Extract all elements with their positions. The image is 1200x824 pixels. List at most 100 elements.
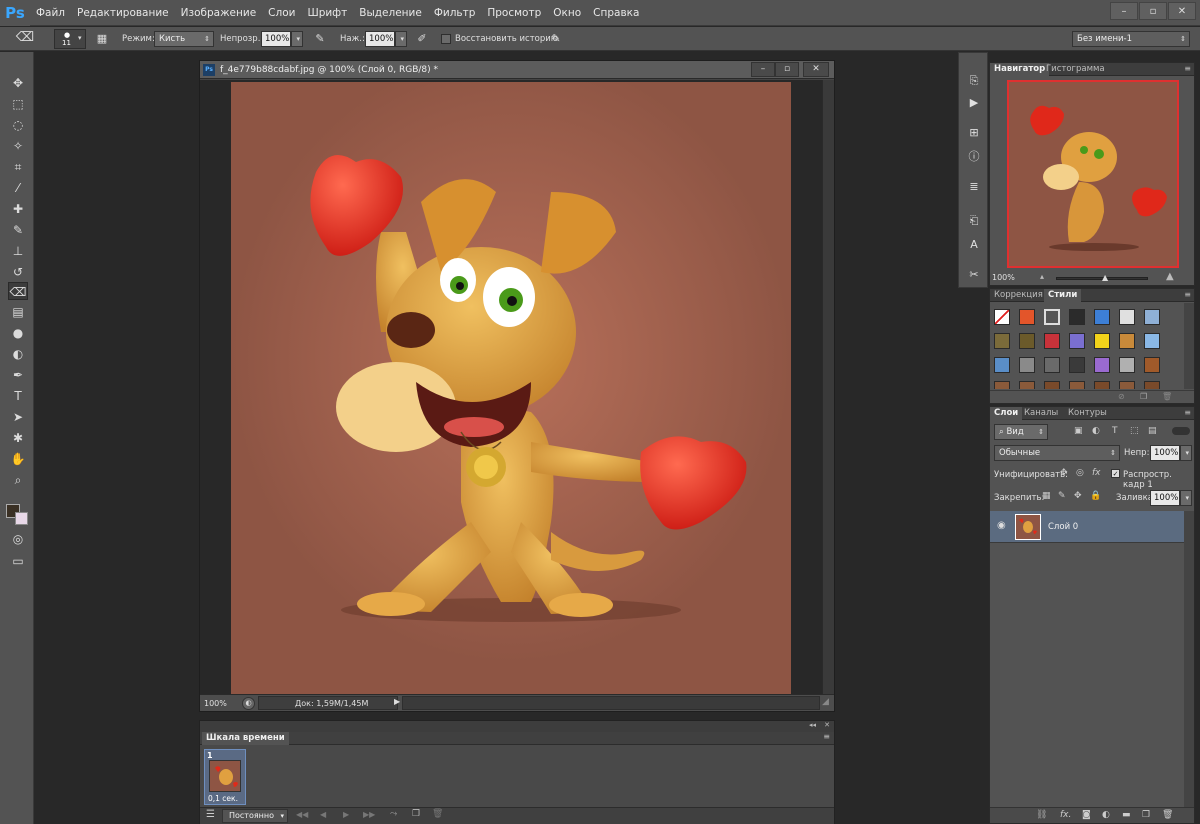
style-swatch[interactable] [994, 381, 1010, 389]
style-swatch[interactable] [1094, 357, 1110, 373]
history-icon[interactable]: ⎘ [965, 73, 983, 89]
tab-adjustments[interactable]: Коррекция [990, 289, 1047, 302]
first-frame-icon[interactable]: ◀◀ [296, 810, 308, 819]
style-swatch[interactable] [1144, 309, 1160, 325]
canvas-area[interactable] [200, 80, 822, 694]
layer-name[interactable]: Слой 0 [1048, 522, 1078, 532]
delete-frame-icon[interactable]: 🗑 [432, 809, 443, 819]
menu-filter[interactable]: Фильтр [428, 0, 482, 26]
eraser-tool-icon[interactable]: ⌫ [8, 282, 28, 300]
swatches-icon[interactable]: ⊞ [965, 125, 983, 141]
filter-toggle[interactable] [1172, 427, 1190, 435]
zoom-level[interactable]: 100% [204, 695, 227, 712]
style-swatch[interactable] [1044, 357, 1060, 373]
layer-opacity-input[interactable]: 100% [1150, 445, 1180, 461]
blend-mode-select[interactable]: Обычные ⇕ [994, 445, 1120, 461]
brush-size-picker[interactable]: ● 11 ▾ [54, 29, 86, 49]
paragraph-icon[interactable]: ≣ [965, 179, 983, 195]
zoom-slider-thumb[interactable]: ▲ [1102, 273, 1108, 282]
doc-minimize-button[interactable]: – [751, 62, 775, 77]
menu-type[interactable]: Шрифт [301, 0, 353, 26]
menu-edit[interactable]: Редактирование [71, 0, 175, 26]
workspace-select[interactable]: Без имени-1 ⇕ [1072, 31, 1190, 47]
style-swatch[interactable] [1019, 381, 1035, 389]
navigator-zoom-value[interactable]: 100% [992, 273, 1015, 282]
styles-scrollbar[interactable] [1184, 303, 1194, 389]
convert-timeline-icon[interactable]: ☰ [206, 809, 215, 820]
visibility-eye-icon[interactable]: ◉ [997, 520, 1006, 531]
menu-select[interactable]: Выделение [353, 0, 428, 26]
clear-style-icon[interactable]: ⊘ [1118, 392, 1125, 401]
frame-delay[interactable]: 0,1 сек. [208, 794, 238, 803]
hand-tool-icon[interactable]: ✋ [8, 450, 28, 468]
next-frame-icon[interactable]: ▶▶ [363, 810, 375, 819]
style-swatch[interactable] [994, 309, 1010, 325]
fill-input[interactable]: 100% [1150, 490, 1180, 506]
zoom-in-icon[interactable]: ▲ [1166, 271, 1174, 282]
delete-layer-icon[interactable]: 🗑 [1162, 810, 1173, 820]
filter-shape-icon[interactable]: ⬚ [1130, 426, 1139, 436]
close-panel-icon[interactable]: ✕ [824, 721, 830, 729]
lock-pixels-icon[interactable]: ✎ [1058, 491, 1066, 501]
lock-position-icon[interactable]: ✥ [1074, 491, 1082, 501]
duplicate-frame-icon[interactable]: ❐ [412, 809, 420, 819]
zoom-tool-icon[interactable]: ⌕ [8, 471, 28, 489]
history-brush-tool-icon[interactable]: ↺ [8, 263, 28, 281]
mode-select[interactable]: Кисть ⇕ [154, 31, 214, 47]
blur-tool-icon[interactable]: ● [8, 324, 28, 342]
unify-position-icon[interactable]: ✥ [1060, 468, 1068, 478]
propagate-checkbox[interactable]: ✓ [1111, 469, 1120, 478]
crop-tool-icon[interactable]: ⌗ [8, 158, 28, 176]
character-icon[interactable]: A [965, 237, 983, 253]
menu-image[interactable]: Изображение [175, 0, 263, 26]
panel-menu-icon[interactable]: ≡ [1184, 290, 1191, 299]
tab-navigator[interactable]: Навигатор [990, 63, 1050, 76]
brush-panel-icon[interactable]: ▦ [94, 31, 110, 47]
layers-scrollbar[interactable] [1184, 511, 1194, 807]
artwork-canvas[interactable] [231, 82, 791, 694]
shape-tool-icon[interactable]: ✱ [8, 429, 28, 447]
layer-row[interactable]: ◉ Слой 0 [990, 511, 1184, 543]
info-icon[interactable]: ⓘ [965, 149, 983, 165]
marquee-tool-icon[interactable]: ⬚ [8, 95, 28, 113]
panel-menu-icon[interactable]: ≡ [1184, 64, 1191, 73]
style-swatch[interactable] [1094, 309, 1110, 325]
fill-dropdown[interactable]: ▾ [1180, 490, 1192, 506]
layer-filter-select[interactable]: ⌕ Вид ⇕ [994, 424, 1048, 440]
menu-help[interactable]: Справка [587, 0, 645, 26]
new-adjustment-icon[interactable]: ◐ [1102, 810, 1110, 820]
type-tool-icon[interactable]: T [8, 387, 28, 405]
style-swatch[interactable] [1044, 309, 1060, 325]
actions-icon[interactable]: ▶ [965, 95, 983, 111]
menu-file[interactable]: Файл [30, 0, 71, 26]
unify-style-icon[interactable]: fx [1092, 468, 1101, 478]
lock-transparent-icon[interactable]: ▦ [1042, 491, 1051, 501]
style-swatch[interactable] [1094, 381, 1110, 389]
screen-mode-icon[interactable]: ▭ [8, 552, 28, 570]
horizontal-scrollbar[interactable] [402, 696, 820, 710]
style-swatch[interactable] [994, 357, 1010, 373]
lasso-tool-icon[interactable]: ◌ [8, 116, 28, 134]
pressure-opacity-icon[interactable]: ✎ [312, 31, 328, 47]
vertical-scrollbar[interactable] [822, 80, 834, 694]
tab-styles[interactable]: Стили [1044, 289, 1082, 302]
play-icon[interactable]: ▶ [343, 810, 349, 819]
style-swatch[interactable] [1119, 333, 1135, 349]
style-swatch[interactable] [1044, 381, 1060, 389]
restore-history-checkbox[interactable] [441, 34, 451, 44]
filter-smart-icon[interactable]: ▤ [1148, 426, 1157, 436]
quick-select-tool-icon[interactable]: ✧ [8, 137, 28, 155]
background-color-swatch[interactable] [15, 512, 28, 525]
move-tool-icon[interactable]: ✥ [8, 74, 28, 92]
new-style-icon[interactable]: ❐ [1140, 392, 1147, 401]
flow-dropdown[interactable]: ▾ [395, 31, 407, 47]
add-mask-icon[interactable]: ◙ [1082, 810, 1091, 820]
opacity-input[interactable]: 100% [261, 31, 291, 47]
link-layers-icon[interactable]: ⛓ [1036, 810, 1047, 820]
style-swatch[interactable] [1044, 333, 1060, 349]
pressure-size-icon[interactable]: ✎ [548, 31, 564, 47]
brush-tool-icon[interactable]: ✎ [8, 221, 28, 239]
style-swatch[interactable] [1069, 381, 1085, 389]
zoom-out-icon[interactable]: ▴ [1040, 272, 1044, 281]
style-swatch[interactable] [1094, 333, 1110, 349]
